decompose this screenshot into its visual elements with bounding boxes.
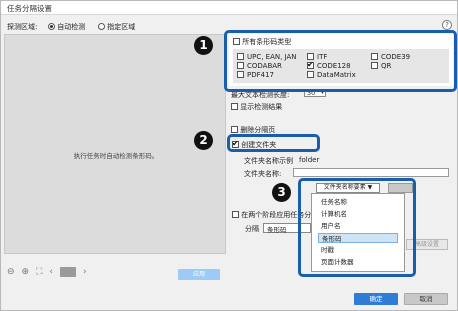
separator-label: 分隔	[245, 225, 259, 233]
fit-screen-icon[interactable]: ⛶	[36, 267, 42, 277]
folder-example-value: folder	[299, 156, 320, 164]
next-page-icon[interactable]: ›	[83, 267, 87, 277]
zoom-in-icon[interactable]: ⊕	[22, 267, 30, 277]
radio-auto-detect[interactable]: 自动检测	[48, 22, 85, 32]
checkbox-icon	[231, 126, 238, 133]
callout-number-2: 2	[194, 131, 213, 150]
radio-icon	[48, 23, 55, 30]
preview-message: 执行任务时自动检测条形码。	[73, 152, 159, 160]
zoom-out-icon[interactable]: ⊖	[7, 267, 15, 277]
show-results-checkbox[interactable]: 显示检测结果	[231, 102, 282, 112]
radio-auto-detect-label: 自动检测	[57, 23, 86, 31]
checkbox-icon	[232, 211, 239, 218]
cancel-button[interactable]: 取消	[404, 293, 448, 305]
callout-frame-1	[224, 30, 457, 92]
callout-number-1: 1	[194, 36, 213, 55]
radio-specified-area[interactable]: 指定区域	[98, 22, 135, 32]
radio-specified-area-label: 指定区域	[107, 23, 136, 31]
radio-icon	[98, 23, 105, 30]
ok-button[interactable]: 确定	[354, 293, 398, 305]
folder-name-input[interactable]	[293, 168, 449, 177]
folder-name-label: 文件夹名称:	[244, 170, 282, 178]
preview-toolbar: ⊖ ⊕ ⛶ ‹ ›	[7, 267, 87, 277]
page-number-field[interactable]	[60, 267, 77, 277]
preview-area: 执行任务时自动检测条形码。	[4, 34, 226, 254]
title-bar: 任务分隔设置	[1, 1, 457, 15]
folder-example-label: 文件夹名称示例	[244, 157, 293, 165]
dialog-window: 任务分隔设置 ? 探测区域: 自动检测 指定区域 执行任务时自动检测条形码。 ⊖…	[0, 0, 458, 311]
prev-page-icon[interactable]: ‹	[49, 267, 53, 277]
checkbox-icon	[231, 103, 238, 110]
callout-frame-3	[298, 178, 416, 277]
callout-frame-2	[227, 134, 320, 152]
help-icon[interactable]: ?	[442, 20, 452, 30]
detect-area-label: 探测区域:	[7, 23, 38, 31]
apply-button[interactable]: 应用	[178, 269, 220, 280]
window-title: 任务分隔设置	[7, 4, 52, 13]
callout-number-3: 3	[272, 183, 291, 202]
